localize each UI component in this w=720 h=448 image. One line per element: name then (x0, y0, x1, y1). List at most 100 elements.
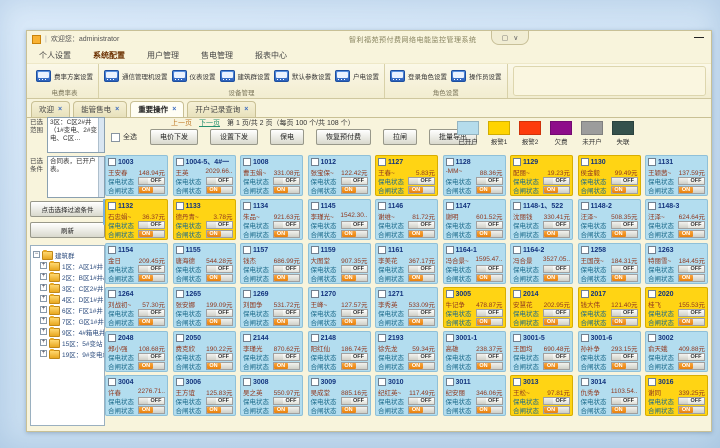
power-keep-toggle[interactable]: OFF (476, 397, 503, 405)
meter-card[interactable]: 1133德丹青~3.78元保电状态OFF合闸状态ON (173, 199, 236, 240)
card-checkbox[interactable] (108, 158, 116, 166)
meter-card[interactable]: 2017钱大伟121.40元保电状态OFF合闸状态ON (578, 287, 641, 328)
ribbon-button[interactable]: 默认参数设置 (274, 70, 331, 82)
tree-item[interactable]: +7区：G区1#井 (33, 315, 104, 326)
meter-card[interactable]: 3002俞天娥409.88元保电状态OFF合闸状态ON (645, 331, 708, 372)
card-checkbox[interactable] (108, 334, 116, 342)
power-keep-toggle[interactable]: OFF (476, 221, 503, 229)
power-keep-toggle[interactable]: OFF (543, 397, 570, 405)
meter-card[interactable]: 1164-2冯合景3527.05..保电状态OFF合闸状态ON (510, 243, 573, 284)
power-keep-toggle[interactable]: OFF (678, 397, 705, 405)
switch-status-toggle[interactable]: ON (611, 186, 638, 194)
card-checkbox[interactable] (648, 246, 656, 254)
power-keep-toggle[interactable]: OFF (138, 397, 165, 405)
meter-card[interactable]: 2048郑小强108.68元保电状态OFF合闸状态ON (105, 331, 168, 372)
power-keep-toggle[interactable]: OFF (543, 177, 570, 185)
tree-item[interactable]: +2区：B区1#井/B区1# (33, 271, 104, 282)
power-keep-toggle[interactable]: OFF (408, 265, 435, 273)
power-keep-toggle[interactable]: OFF (408, 309, 435, 317)
card-checkbox[interactable] (446, 246, 454, 254)
expand-icon[interactable]: + (40, 284, 47, 291)
power-keep-toggle[interactable]: OFF (273, 221, 300, 229)
switch-status-toggle[interactable]: ON (678, 186, 705, 194)
collapse-expander-icon[interactable]: − (33, 251, 40, 258)
meter-card[interactable]: 1263特丽雪~184.45元保电状态OFF合闸状态ON (645, 243, 708, 284)
toolbar-button[interactable]: 保电 (270, 129, 304, 145)
power-keep-toggle[interactable]: OFF (678, 177, 705, 185)
switch-status-toggle[interactable]: ON (678, 274, 705, 282)
switch-status-toggle[interactable]: ON (341, 362, 368, 370)
power-keep-toggle[interactable]: OFF (341, 353, 368, 361)
card-checkbox[interactable] (108, 290, 116, 298)
card-checkbox[interactable] (311, 378, 319, 386)
switch-status-toggle[interactable]: ON (341, 318, 368, 326)
card-checkbox[interactable] (176, 378, 184, 386)
switch-status-toggle[interactable]: ON (138, 406, 165, 414)
card-checkbox[interactable] (378, 378, 386, 386)
toolbar-button[interactable]: 拉闸 (383, 129, 417, 145)
card-checkbox[interactable] (446, 378, 454, 386)
power-keep-toggle[interactable]: OFF (611, 397, 638, 405)
card-checkbox[interactable] (648, 378, 656, 386)
card-checkbox[interactable] (243, 378, 251, 386)
switch-status-toggle[interactable]: ON (206, 406, 233, 414)
power-keep-toggle[interactable]: OFF (611, 221, 638, 229)
selected-condition-box[interactable]: 合同表，已开户表。 (47, 156, 105, 198)
tree-item[interactable]: +3区：C区2#井（1#变 (33, 282, 104, 293)
power-keep-toggle[interactable]: OFF (408, 397, 435, 405)
close-icon[interactable]: × (172, 106, 176, 113)
card-checkbox[interactable] (378, 202, 386, 210)
meter-card[interactable]: 1012张宝保~122.42元保电状态OFF合闸状态ON (308, 155, 371, 196)
card-checkbox[interactable] (581, 246, 589, 254)
power-keep-toggle[interactable]: OFF (138, 177, 165, 185)
power-keep-toggle[interactable]: OFF (408, 353, 435, 361)
meter-card[interactable]: 2144李瑾光870.62元保电状态OFF合闸状态ON (240, 331, 303, 372)
card-checkbox[interactable] (378, 290, 386, 298)
power-keep-toggle[interactable]: OFF (611, 265, 638, 273)
power-keep-toggle[interactable]: OFF (138, 353, 165, 361)
meter-card[interactable]: 1154金日209.45元保电状态OFF合闸状态ON (105, 243, 168, 284)
switch-status-toggle[interactable]: ON (273, 230, 300, 238)
card-checkbox[interactable] (176, 202, 184, 210)
power-keep-toggle[interactable]: OFF (273, 397, 300, 405)
switch-status-toggle[interactable]: ON (341, 406, 368, 414)
meter-card[interactable]: 1264刘战初~57.30元保电状态OFF合闸状态ON (105, 287, 168, 328)
meter-card[interactable]: 3010纪红英~117.49元保电状态OFF合闸状态ON (375, 375, 438, 416)
meter-card[interactable]: 1128-MM~88.36元保电状态OFF合闸状态ON (443, 155, 506, 196)
power-keep-toggle[interactable]: OFF (678, 353, 705, 361)
meter-card[interactable]: 3004许春2276.71..保电状态OFF合闸状态ON (105, 375, 168, 416)
select-all-checkbox[interactable] (111, 133, 120, 142)
switch-status-toggle[interactable]: ON (408, 274, 435, 282)
card-checkbox[interactable] (446, 334, 454, 342)
ribbon-button[interactable]: 仪表设置 (172, 70, 216, 82)
switch-status-toggle[interactable]: ON (476, 318, 503, 326)
expand-icon[interactable]: + (40, 262, 47, 269)
switch-status-toggle[interactable]: ON (273, 186, 300, 194)
switch-status-toggle[interactable]: ON (408, 186, 435, 194)
card-checkbox[interactable] (243, 334, 251, 342)
power-keep-toggle[interactable]: OFF (273, 177, 300, 185)
expand-icon[interactable]: + (40, 306, 47, 313)
expand-icon[interactable]: + (40, 295, 47, 302)
meter-card[interactable]: 1159大图堂907.35元保电状态OFF合闸状态ON (308, 243, 371, 284)
card-checkbox[interactable] (176, 246, 184, 254)
meter-card[interactable]: 1008曹玉娟~331.08元保电状态OFF合闸状态ON (240, 155, 303, 196)
ribbon-button[interactable]: 登录角色设置 (390, 70, 447, 82)
menu-tab[interactable]: 系统配置 (93, 50, 125, 61)
card-checkbox[interactable] (311, 202, 319, 210)
switch-status-toggle[interactable]: ON (273, 274, 300, 282)
card-checkbox[interactable] (581, 158, 589, 166)
power-keep-toggle[interactable]: OFF (341, 397, 368, 405)
switch-status-toggle[interactable]: ON (476, 186, 503, 194)
meter-card[interactable]: 3014仇秀争1103.54..保电状态OFF合闸状态ON (578, 375, 641, 416)
close-icon[interactable]: × (244, 106, 248, 113)
power-keep-toggle[interactable]: OFF (476, 177, 503, 185)
switch-status-toggle[interactable]: ON (138, 362, 165, 370)
power-keep-toggle[interactable]: OFF (341, 309, 368, 317)
power-keep-toggle[interactable]: OFF (678, 309, 705, 317)
chevron-down-icon[interactable]: ∨ (513, 34, 518, 42)
switch-status-toggle[interactable]: ON (611, 274, 638, 282)
power-keep-toggle[interactable]: OFF (476, 353, 503, 361)
card-checkbox[interactable] (513, 334, 521, 342)
switch-status-toggle[interactable]: ON (611, 230, 638, 238)
